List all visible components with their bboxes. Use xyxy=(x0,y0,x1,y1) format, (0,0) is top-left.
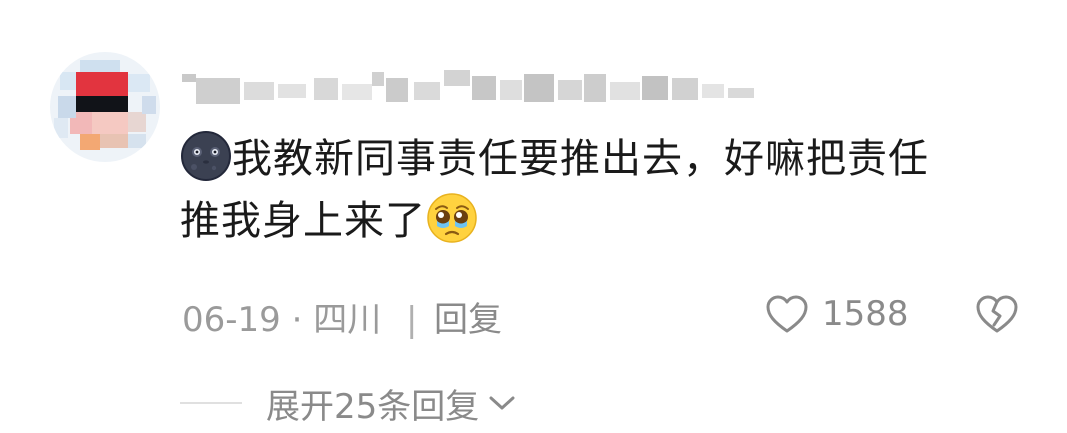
username-mosaic-tile xyxy=(444,70,470,86)
username-mosaic-tile xyxy=(472,76,496,100)
avatar-mosaic-tile xyxy=(128,74,150,92)
meta-divider: | xyxy=(406,300,418,340)
username-mosaic-tile xyxy=(278,84,306,98)
avatar[interactable] xyxy=(50,52,160,162)
username-mosaic-tile xyxy=(414,82,440,100)
avatar-mosaic-tile xyxy=(58,96,76,118)
avatar-mosaic-tile xyxy=(128,112,146,132)
expand-replies-label: 展开25条回复 xyxy=(266,386,480,427)
username-mosaic-tile xyxy=(672,78,698,100)
username-mosaic-tile xyxy=(702,84,724,98)
dislike-button[interactable] xyxy=(974,290,1020,338)
username-mosaic-tile xyxy=(244,82,274,100)
username-mosaic-tile xyxy=(584,74,606,102)
avatar-mosaic-tile xyxy=(76,72,128,96)
date-location-text: 06-19 · 四川 xyxy=(182,300,382,340)
broken-heart-icon xyxy=(976,295,1018,333)
avatar-mosaic-tile xyxy=(54,118,68,138)
comment-text: 我教新同事责任要推出去，好嘛把责任 推我身上来了 xyxy=(180,128,1030,252)
avatar-mosaic-tile xyxy=(92,112,128,134)
comment-text-line2: 推我身上来了 xyxy=(180,198,426,244)
comment-meta-row: 06-19 · 四川 | 回复 1588 xyxy=(182,290,1042,340)
avatar-mosaic-tile xyxy=(80,60,120,72)
comment-item: 我教新同事责任要推出去，好嘛把责任 推我身上来了 06-19 · 四川 | 回复 xyxy=(0,0,1067,433)
expand-divider-line xyxy=(180,402,242,404)
like-button[interactable]: 1588 xyxy=(764,290,909,338)
username-mosaic-tile xyxy=(728,88,754,98)
heart-outline-icon xyxy=(766,295,808,333)
username-censored[interactable] xyxy=(182,66,762,106)
username-mosaic-tile xyxy=(610,82,640,100)
comment-text-line1: 我教新同事责任要推出去，好嘛把责任 xyxy=(232,136,929,182)
username-mosaic-tile xyxy=(196,78,240,104)
username-mosaic-tile xyxy=(524,74,554,102)
chevron-down-icon xyxy=(489,396,515,410)
username-mosaic-tile xyxy=(372,72,384,86)
dark-moon-face-emoji xyxy=(180,130,232,182)
like-count: 1588 xyxy=(822,294,909,334)
avatar-mosaic-tile xyxy=(80,134,100,150)
reply-button[interactable]: 回复 xyxy=(434,292,502,341)
expand-replies-button[interactable]: 展开25条回复 xyxy=(266,379,517,428)
username-mosaic-tile xyxy=(182,74,196,82)
username-mosaic-tile xyxy=(500,80,522,100)
username-mosaic-tile xyxy=(642,76,668,100)
username-mosaic-tile xyxy=(342,84,372,100)
username-mosaic-tile xyxy=(314,78,338,100)
avatar-mosaic-tile xyxy=(128,134,146,148)
avatar-mosaic-tile xyxy=(76,96,128,112)
avatar-mosaic-tile xyxy=(142,96,156,114)
expand-replies-row: 展开25条回复 xyxy=(180,378,517,428)
username-mosaic-tile xyxy=(558,80,582,100)
username-mosaic-tile xyxy=(386,78,408,102)
date-location: 06-19 · 四川 | xyxy=(182,292,418,341)
pleading-tears-face-emoji xyxy=(426,192,478,244)
avatar-mosaic-tile xyxy=(100,134,128,148)
